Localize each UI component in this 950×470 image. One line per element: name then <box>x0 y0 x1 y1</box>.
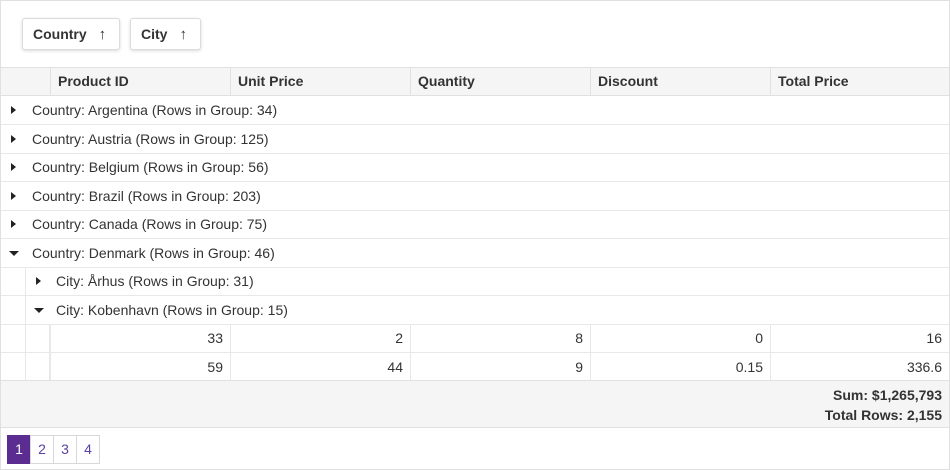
cell-total-price[interactable]: 336.6 <box>770 353 949 381</box>
page-button-2[interactable]: 2 <box>30 435 54 464</box>
subgroup-row-label: City: Århus (Rows in Group: 31) <box>56 273 254 289</box>
summary-row: Sum: $1,265,793 Total Rows: 2,155 <box>1 380 949 428</box>
group-row-label: Country: Belgium (Rows in Group: 56) <box>32 159 269 175</box>
expand-arrow-icon[interactable] <box>32 274 46 288</box>
column-header-discount[interactable]: Discount <box>590 68 770 96</box>
page-button-3[interactable]: 3 <box>53 435 77 464</box>
cell-discount[interactable]: 0.15 <box>590 353 770 381</box>
indent-cell <box>1 267 26 296</box>
group-row-brazil[interactable]: Country: Brazil (Rows in Group: 203) <box>1 182 949 211</box>
group-chip-label: City <box>141 26 168 42</box>
column-header-row: Product ID Unit Price Quantity Discount … <box>1 67 949 96</box>
cell-unit-price[interactable]: 2 <box>230 324 410 352</box>
indent-cell <box>26 353 50 382</box>
group-row-argentina[interactable]: Country: Argentina (Rows in Group: 34) <box>1 96 949 125</box>
cell-product-id[interactable]: 59 <box>50 353 230 381</box>
column-header-unit-price[interactable]: Unit Price <box>230 68 410 96</box>
indent-cell <box>1 296 26 325</box>
subgroup-row-arhus[interactable]: City: Århus (Rows in Group: 31) <box>1 267 949 296</box>
cell-quantity[interactable]: 8 <box>410 324 590 352</box>
expand-arrow-icon[interactable] <box>7 217 21 231</box>
group-chip-country[interactable]: Country ↑ <box>22 18 120 50</box>
sort-ascending-icon: ↑ <box>179 25 187 43</box>
group-panel: Country ↑ City ↑ <box>1 1 949 67</box>
sum-total: Sum: $1,265,793 <box>833 387 942 403</box>
group-row-belgium[interactable]: Country: Belgium (Rows in Group: 56) <box>1 153 949 182</box>
expand-arrow-icon[interactable] <box>7 160 21 174</box>
pager: 1 2 3 4 <box>7 435 100 464</box>
column-header-product-id[interactable]: Product ID <box>50 68 230 96</box>
indent-cell <box>1 353 26 382</box>
group-chip-label: Country <box>33 26 87 42</box>
cell-quantity[interactable]: 9 <box>410 353 590 381</box>
total-rows: Total Rows: 2,155 <box>824 407 942 423</box>
sort-ascending-icon: ↑ <box>98 25 107 43</box>
group-row-label: Country: Canada (Rows in Group: 75) <box>32 216 267 232</box>
expand-arrow-icon[interactable] <box>7 132 21 146</box>
cell-total-price[interactable]: 16 <box>770 324 949 352</box>
group-row-label: Country: Brazil (Rows in Group: 203) <box>32 188 261 204</box>
data-grid: Country ↑ City ↑ Product ID Unit Price Q… <box>0 0 950 470</box>
group-row-canada[interactable]: Country: Canada (Rows in Group: 75) <box>1 210 949 239</box>
column-header-total-price[interactable]: Total Price <box>770 68 949 96</box>
group-chip-city[interactable]: City ↑ <box>130 18 201 50</box>
expand-arrow-icon[interactable] <box>7 189 21 203</box>
column-header-quantity[interactable]: Quantity <box>410 68 590 96</box>
cell-product-id[interactable]: 33 <box>50 324 230 352</box>
indent-cell <box>26 324 50 353</box>
table-row[interactable]: 33 2 8 0 16 <box>1 324 949 353</box>
group-row-denmark[interactable]: Country: Denmark (Rows in Group: 46) <box>1 239 949 268</box>
collapse-arrow-icon[interactable] <box>7 246 21 260</box>
group-row-austria[interactable]: Country: Austria (Rows in Group: 125) <box>1 125 949 154</box>
collapse-arrow-icon[interactable] <box>32 303 46 317</box>
cell-unit-price[interactable]: 44 <box>230 353 410 381</box>
subgroup-row-kobenhavn[interactable]: City: Kobenhavn (Rows in Group: 15) <box>1 296 949 325</box>
expand-arrow-icon[interactable] <box>7 103 21 117</box>
group-row-label: Country: Denmark (Rows in Group: 46) <box>32 245 275 261</box>
indent-cell <box>1 324 26 353</box>
group-row-label: Country: Argentina (Rows in Group: 34) <box>32 102 278 118</box>
subgroup-row-label: City: Kobenhavn (Rows in Group: 15) <box>56 302 288 318</box>
table-row[interactable]: 59 44 9 0.15 336.6 <box>1 353 949 382</box>
page-button-1[interactable]: 1 <box>7 435 31 464</box>
group-row-label: Country: Austria (Rows in Group: 125) <box>32 131 269 147</box>
page-button-4[interactable]: 4 <box>76 435 100 464</box>
cell-discount[interactable]: 0 <box>590 324 770 352</box>
